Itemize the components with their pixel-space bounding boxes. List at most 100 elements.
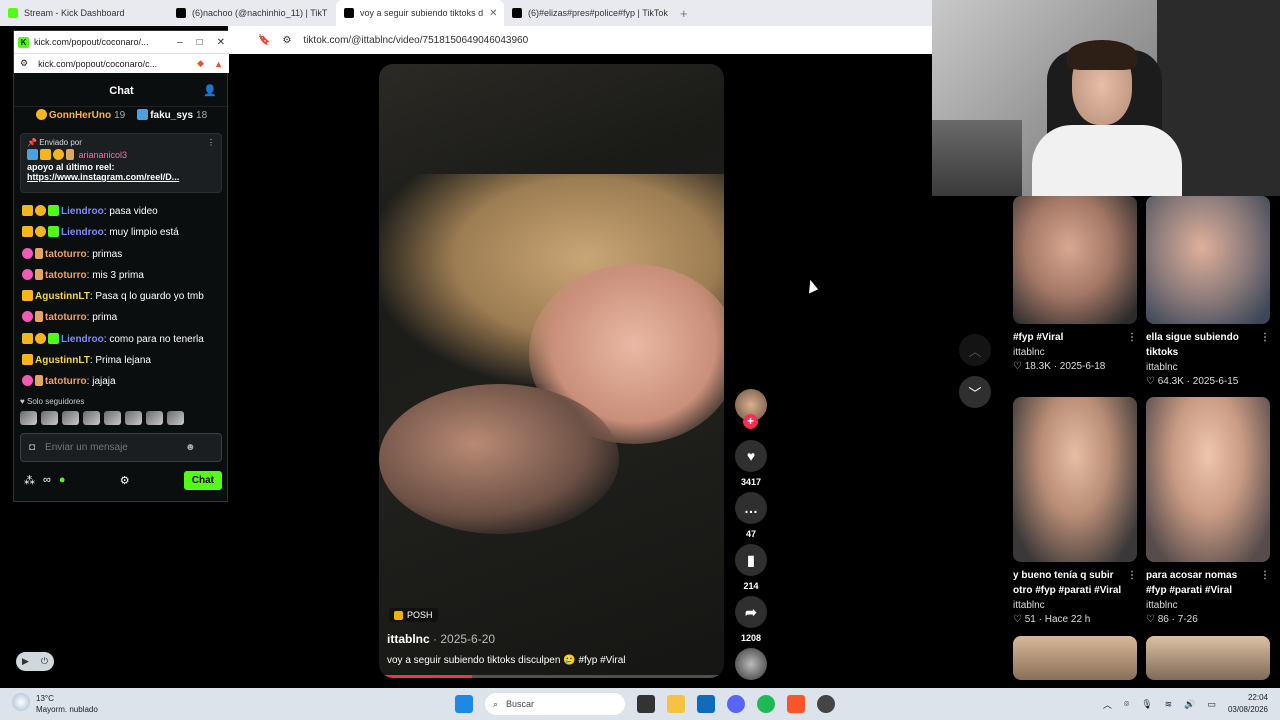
video-thumbnail[interactable] [1013, 636, 1137, 680]
chat-username[interactable]: tatoturro [45, 249, 87, 260]
save-button[interactable]: ▮ 214 [735, 544, 767, 591]
task-view-icon[interactable] [637, 695, 655, 713]
pin-icon[interactable]: ⋮ [207, 138, 215, 147]
share-button[interactable]: ➦ 1208 [735, 596, 767, 643]
points-icon[interactable]: ⁂ [24, 474, 35, 487]
new-tab-button[interactable]: + [672, 6, 696, 21]
more-options-icon[interactable]: ⋮ [1127, 330, 1137, 345]
more-options-icon[interactable]: ⋮ [1127, 568, 1137, 583]
chat-username[interactable]: Liendroo [61, 227, 104, 238]
volume-icon[interactable]: 🔊 [1184, 699, 1195, 710]
chat-message-input[interactable] [45, 442, 176, 453]
chat-send-button[interactable]: Chat [183, 470, 222, 490]
chat-username[interactable]: Liendroo [61, 334, 104, 345]
play-icon[interactable]: ▶ [22, 656, 29, 667]
video-thumbnail[interactable] [1146, 636, 1270, 680]
settings-gear-icon[interactable]: ⚙ [120, 474, 130, 487]
recommended-video-card[interactable]: para acosar nomas #fyp #parati #Viral ⋮ i… [1146, 397, 1270, 625]
comment-button[interactable]: … 47 [735, 492, 767, 539]
card-title[interactable]: y bueno tenía q subir otro #fyp #parati … [1013, 568, 1137, 598]
discord-icon[interactable] [727, 695, 745, 713]
pinned-message[interactable]: 📌 Enviado por ⋮ ariananicol3 apoyo al últ… [20, 133, 222, 193]
chat-username[interactable]: Liendroo [61, 206, 104, 217]
next-video-button[interactable]: ﹀ [959, 376, 991, 408]
more-options-icon[interactable]: ⋮ [1260, 330, 1270, 345]
chat-username[interactable]: tatoturro [45, 270, 87, 281]
store-icon[interactable] [697, 695, 715, 713]
kick-logo-icon[interactable]: ● [59, 474, 66, 486]
network-icon[interactable]: ⌾ [1124, 699, 1129, 710]
brave-icon[interactable] [787, 695, 805, 713]
more-options-icon[interactable]: ⋮ [1260, 568, 1270, 583]
emote-icon[interactable] [62, 411, 79, 425]
close-tab-icon[interactable]: ✕ [489, 8, 497, 19]
site-info-icon[interactable]: ⚙ [20, 58, 28, 69]
tab-kick-dashboard[interactable]: Stream - Kick Dashboard [0, 0, 168, 26]
card-author[interactable]: ittablnc [1146, 362, 1270, 373]
weather-widget[interactable]: 13°C Mayorm. nublado [12, 693, 98, 715]
chat-username[interactable]: AgustinnLT [35, 355, 90, 366]
microphone-icon[interactable]: 🎙 [1141, 699, 1152, 710]
tab-tiktok-elizas[interactable]: (6)#elizas#pres#police#fyp | TikTok [504, 0, 672, 26]
popout-title-bar[interactable]: K kick.com/popout/coconaro/... – □ ✕ [14, 31, 229, 53]
obs-icon[interactable] [817, 695, 835, 713]
card-author[interactable]: ittablnc [1013, 347, 1137, 358]
users-icon[interactable]: 👤 [203, 84, 217, 97]
emote-icon[interactable] [125, 411, 142, 425]
clock[interactable]: 22:04 03/08/2026 [1228, 692, 1268, 716]
follow-plus-icon[interactable]: + [743, 414, 758, 429]
video-thumbnail[interactable] [1013, 397, 1137, 562]
close-icon[interactable]: ✕ [217, 37, 225, 48]
chevron-up-icon[interactable]: ︿ [1103, 698, 1112, 711]
top-user[interactable]: faku_sys 18 [137, 109, 207, 127]
infinity-icon[interactable]: ∞ [43, 474, 51, 486]
like-button[interactable]: ♥ 3417 [735, 440, 767, 487]
brave-shield-icon[interactable]: ◆ [197, 58, 204, 69]
video-thumbnail[interactable] [1146, 397, 1270, 562]
chat-username[interactable]: AgustinnLT [35, 291, 90, 302]
posh-tag[interactable]: POSH [389, 608, 438, 622]
video-author[interactable]: ittablnc · 2025-6-20 [387, 632, 495, 646]
video-thumbnail[interactable] [1146, 196, 1270, 324]
card-author[interactable]: ittablnc [1146, 600, 1270, 611]
pinned-link[interactable]: https://www.instagram.com/reel/D... [27, 172, 215, 182]
card-title[interactable]: ella sigue subiendo tiktoks ⋮ [1146, 330, 1270, 360]
popout-address-bar[interactable]: ⚙ kick.com/popout/coconaro/c... ◆ ▲ [14, 53, 229, 73]
windows-start-icon[interactable] [455, 695, 473, 713]
address-bar[interactable]: 🔖 ⚙ tiktok.com/@ittablnc/video/751815064… [228, 26, 932, 54]
taskbar-search[interactable]: ⌕ Buscar [485, 693, 625, 715]
emote-icon[interactable] [167, 411, 184, 425]
file-explorer-icon[interactable] [667, 695, 685, 713]
bookmark-icon[interactable]: 🔖 [258, 35, 270, 46]
chat-input-box[interactable]: ◘ ☻ [20, 433, 222, 462]
recommended-video-card[interactable]: #fyp #Viral ⋮ ittablnc ♡ 18.3K · 2025-6-1… [1013, 196, 1137, 372]
emote-icon[interactable] [41, 411, 58, 425]
wifi-icon[interactable]: ≋ [1165, 699, 1173, 710]
card-title[interactable]: para acosar nomas #fyp #parati #Viral ⋮ [1146, 568, 1270, 598]
emote-icon[interactable] [146, 411, 163, 425]
emote-icon[interactable] [20, 411, 37, 425]
recommended-video-card[interactable]: ella sigue subiendo tiktoks ⋮ ittablnc ♡ … [1146, 196, 1270, 387]
top-user[interactable]: GonnHerUno 19 [35, 109, 125, 127]
card-title[interactable]: #fyp #Viral ⋮ [1013, 330, 1137, 345]
minimize-icon[interactable]: – [177, 37, 183, 48]
pinned-username[interactable]: ariananicol3 [79, 150, 128, 160]
emote-icon[interactable] [104, 411, 121, 425]
spotify-icon[interactable] [757, 695, 775, 713]
previous-video-button[interactable]: ︿ [959, 334, 991, 366]
emote-icon[interactable] [83, 411, 100, 425]
music-disc-avatar[interactable] [735, 648, 767, 680]
recommended-video-card[interactable]: y bueno tenía q subir otro #fyp #parati … [1013, 397, 1137, 625]
chat-username[interactable]: tatoturro [45, 376, 87, 387]
power-icon[interactable]: ⏻ [41, 656, 48, 667]
chat-username[interactable]: tatoturro [45, 312, 87, 323]
warning-icon[interactable]: ▲ [214, 59, 223, 69]
site-info-icon[interactable]: ⚙ [282, 35, 291, 46]
card-author[interactable]: ittablnc [1013, 600, 1137, 611]
video-thumbnail[interactable] [1013, 196, 1137, 324]
floating-widget[interactable]: ▶ ⏻ [16, 652, 54, 671]
tab-tiktok-nachoo[interactable]: (6)nachoo (@nachinhio_11) | TikT [168, 0, 336, 26]
video-player[interactable]: POSH ittablnc · 2025-6-20 voy a seguir s… [379, 64, 724, 678]
tab-tiktok-video[interactable]: voy a seguir subiendo tiktoks d ✕ [336, 0, 504, 26]
emoji-icon[interactable]: ☻ [185, 442, 196, 453]
